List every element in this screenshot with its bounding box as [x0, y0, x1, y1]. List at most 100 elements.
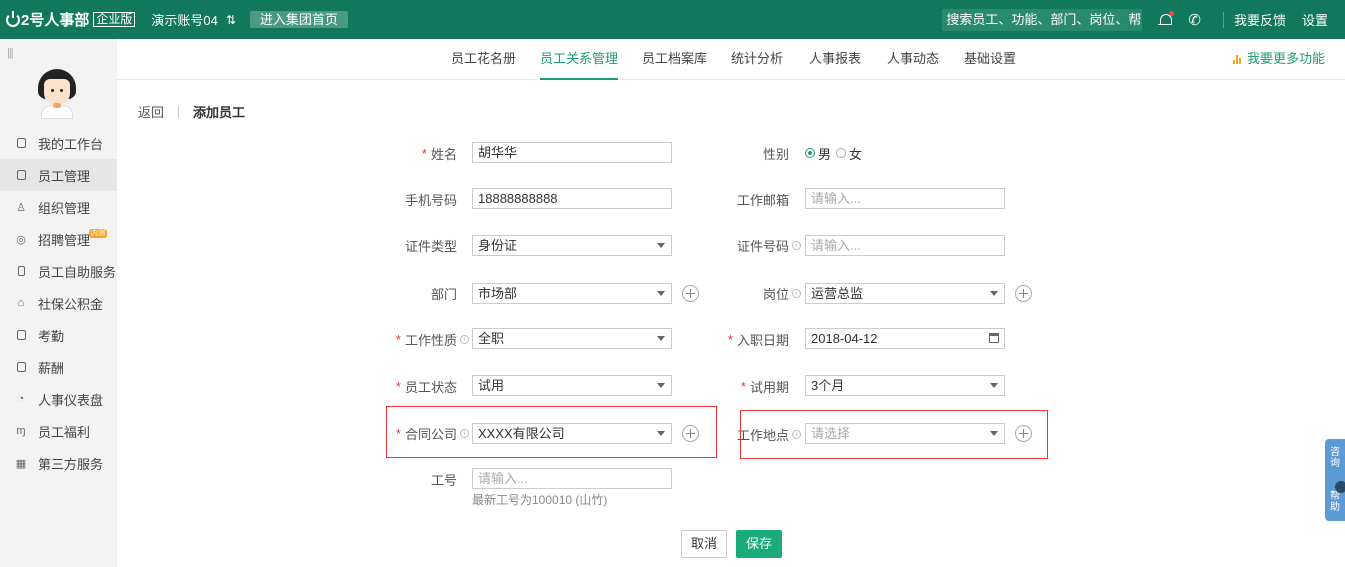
status-select[interactable]: 试用: [472, 375, 672, 396]
info-icon: i: [460, 428, 469, 438]
gender-female-radio[interactable]: [836, 148, 847, 158]
name-field[interactable]: 胡华华: [472, 142, 672, 163]
clock-icon: ◔: [17, 393, 25, 405]
contract-company-select[interactable]: XXXX有限公司: [472, 423, 672, 444]
contract-company-label: * 合同公司 i: [380, 423, 469, 443]
tab-employee-archive[interactable]: 员工档案库: [642, 39, 707, 80]
help-button[interactable]: 帮助: [1327, 491, 1343, 513]
sidebar-menu: 我的工作台 员工管理 ♙ 组织管理 ◎ 招聘管理 内测 员工自助服务 ⌂ 社保公…: [0, 127, 117, 479]
settings-link[interactable]: 设置: [1302, 10, 1328, 29]
phone-label: 手机号码: [404, 192, 457, 208]
id-number-label: 证件号码 i: [720, 235, 801, 255]
divider: [178, 105, 180, 118]
group-home-button[interactable]: 进入集团首页: [249, 11, 348, 28]
tab-hr-reports[interactable]: 人事报表: [809, 39, 861, 80]
add-company-icon[interactable]: [682, 425, 699, 442]
more-features-label: 我要更多功能: [1246, 51, 1325, 66]
back-link[interactable]: 返回: [138, 102, 164, 121]
breadcrumb: 返回 添加员工: [138, 102, 245, 121]
feedback-link[interactable]: 我要反馈: [1234, 10, 1286, 29]
sidebar-item-workbench[interactable]: 我的工作台: [0, 127, 117, 159]
position-select[interactable]: 运营总监: [805, 283, 1005, 304]
collapse-icon[interactable]: |||: [7, 47, 14, 59]
sidebar-item-organization[interactable]: ♙ 组织管理: [0, 191, 117, 223]
info-icon: i: [792, 429, 801, 439]
sidebar-item-label: 社保公积金: [38, 296, 104, 312]
hire-date-label: * 入职日期: [727, 331, 789, 348]
name-label: * 姓名: [421, 145, 457, 162]
page-title: 添加员工: [193, 105, 246, 120]
tab-basic-settings[interactable]: 基础设置: [964, 39, 1016, 80]
email-label: 工作邮箱: [736, 192, 789, 208]
id-type-select[interactable]: 身份证: [472, 235, 672, 256]
work-type-select[interactable]: 全职: [472, 328, 672, 349]
id-number-field[interactable]: 请输入...: [805, 235, 1005, 256]
tab-hr-activity[interactable]: 人事动态: [887, 39, 939, 80]
calendar-icon: [15, 329, 27, 341]
sidebar-item-self-service[interactable]: 员工自助服务: [0, 255, 117, 287]
consult-button[interactable]: 咨询: [1327, 447, 1343, 469]
gender-male-radio[interactable]: [805, 148, 815, 158]
add-department-icon[interactable]: [682, 285, 699, 302]
sidebar-item-employee-management[interactable]: 员工管理: [0, 159, 117, 191]
notification-dot: [1169, 10, 1175, 16]
save-button[interactable]: 保存: [736, 530, 782, 558]
apps-icon: ▦: [15, 457, 27, 470]
gender-male-label: 男: [818, 146, 832, 162]
phone-field[interactable]: 18888888888: [472, 188, 672, 209]
gift-icon: ɱ: [16, 425, 26, 437]
employee-no-field[interactable]: 请输入...: [472, 468, 672, 489]
sidebar-item-label: 人事仪表盘: [38, 392, 104, 408]
position-label: 岗位 i: [720, 283, 801, 303]
cancel-button[interactable]: 取消: [681, 530, 727, 558]
more-features-link[interactable]: 我要更多功能: [1232, 39, 1325, 79]
add-position-icon[interactable]: [1015, 285, 1032, 302]
edition-badge: 企业版: [93, 12, 136, 27]
tab-statistics[interactable]: 统计分析: [731, 39, 783, 80]
phone-icon[interactable]: ✆: [1188, 11, 1201, 29]
department-label: 部门: [430, 286, 457, 302]
gender-female-label: 女: [849, 146, 863, 162]
sidebar-item-label: 第三方服务: [38, 456, 104, 472]
bell-icon[interactable]: [1158, 10, 1175, 27]
sidebar-item-attendance[interactable]: 考勤: [0, 319, 117, 351]
monitor-icon: [15, 137, 27, 149]
floating-help-panel[interactable]: 咨询 帮助: [1325, 439, 1345, 521]
avatar[interactable]: [37, 69, 77, 119]
info-icon: i: [460, 334, 469, 344]
info-icon: i: [792, 288, 801, 298]
email-field[interactable]: 请输入...: [805, 188, 1005, 209]
sidebar-item-third-party[interactable]: ▦ 第三方服务: [0, 447, 117, 479]
search-person-icon: ◎: [16, 233, 26, 246]
swap-icon: ⇅: [225, 12, 236, 27]
chart-bars-icon: [1232, 54, 1241, 64]
sidebar-item-recruitment[interactable]: ◎ 招聘管理 内测: [0, 223, 117, 255]
sidebar-item-benefits[interactable]: ɱ 员工福利: [0, 415, 117, 447]
department-select[interactable]: 市场部: [472, 283, 672, 304]
sidebar-item-label: 员工管理: [38, 168, 91, 184]
work-location-select[interactable]: 请选择: [805, 423, 1005, 444]
info-icon: i: [792, 240, 801, 250]
sidebar-item-social-security[interactable]: ⌂ 社保公积金: [0, 287, 117, 319]
chat-bubble-icon[interactable]: [1335, 481, 1345, 493]
module-nav: 员工花名册 员工关系管理 员工档案库 统计分析 人事报表 人事动态 基础设置 我…: [117, 39, 1345, 80]
house-icon: ⌂: [17, 297, 25, 309]
calendar-icon[interactable]: [989, 333, 999, 343]
account-switcher[interactable]: 演示账号04 ⇅: [151, 10, 236, 29]
hire-date-field[interactable]: 2018-04-12: [805, 328, 1005, 349]
probation-label: * 试用期: [740, 378, 789, 395]
id-card-icon: [15, 169, 27, 181]
probation-select[interactable]: 3个月: [805, 375, 1005, 396]
employee-no-hint: 最新工号为100010 (山竹): [472, 493, 608, 507]
sidebar-item-dashboard[interactable]: ◔ 人事仪表盘: [0, 383, 117, 415]
tab-employee-roster[interactable]: 员工花名册: [451, 39, 516, 80]
beta-badge: 内测: [89, 229, 107, 238]
add-location-icon[interactable]: [1015, 425, 1032, 442]
tab-employee-relations[interactable]: 员工关系管理: [540, 39, 619, 80]
global-search-input[interactable]: 搜索员工、功能、部门、岗位、帮助: [942, 8, 1143, 31]
sidebar-item-label: 招聘管理: [38, 232, 91, 248]
employee-no-label: 工号: [430, 472, 457, 488]
brand-logo[interactable]: 2号人事部 企业版: [6, 9, 136, 30]
org-icon: ♙: [16, 201, 26, 214]
sidebar-item-payroll[interactable]: 薪酬: [0, 351, 117, 383]
